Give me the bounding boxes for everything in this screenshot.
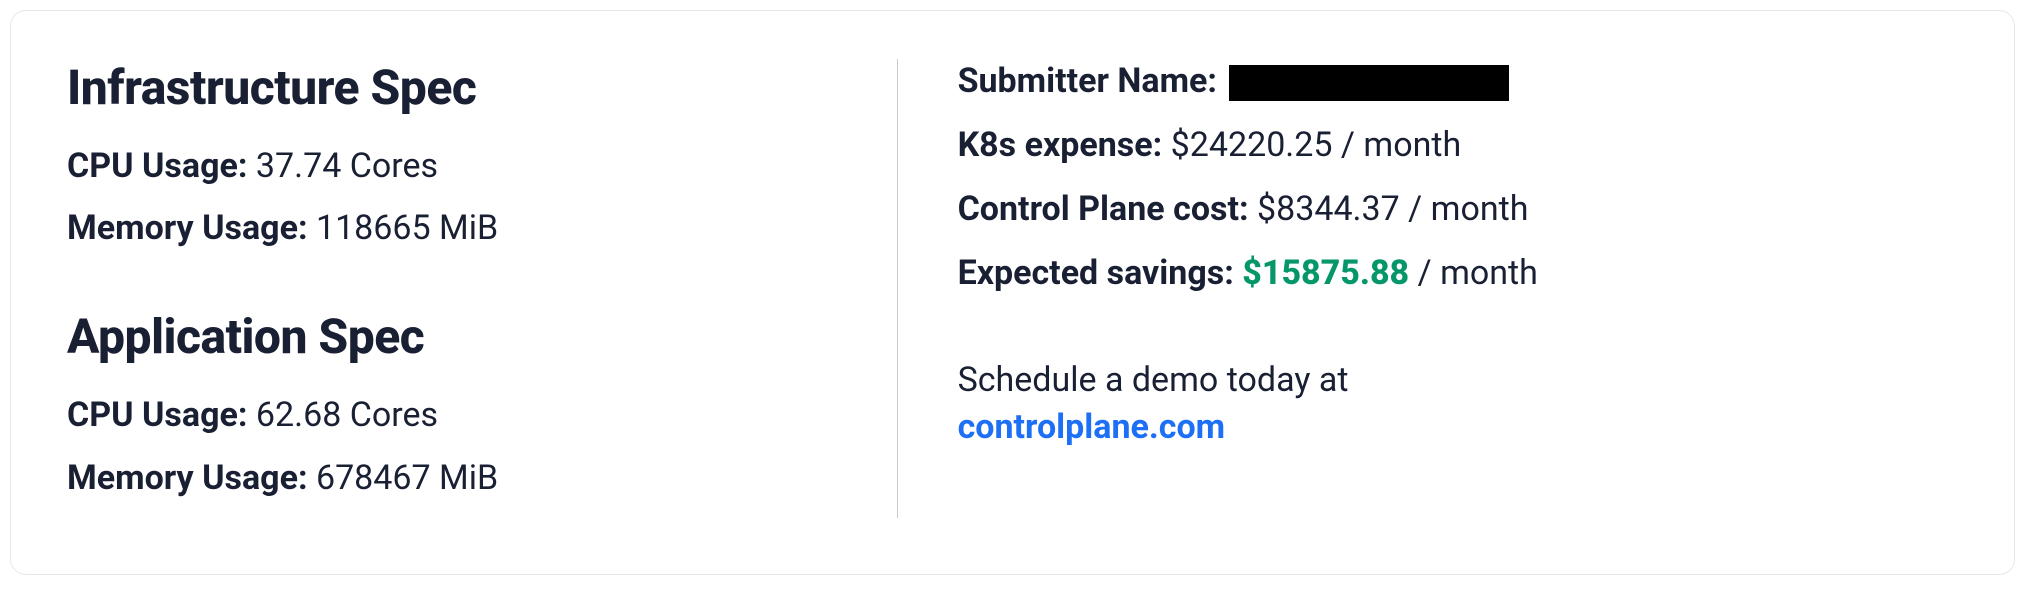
infra-memory-value: 118665 MiB [316,208,498,248]
infra-cpu-line: CPU Usage: 37.74 Cores [67,144,837,188]
submitter-line: Submitter Name: [958,59,1958,105]
specs-column: Infrastructure Spec CPU Usage: 37.74 Cor… [67,59,897,518]
infra-memory-line: Memory Usage: 118665 MiB [67,206,837,250]
expected-savings-label: Expected savings: [958,253,1234,293]
submitter-redacted [1229,65,1509,101]
app-cpu-value: 62.68 Cores [256,395,438,435]
controlplane-cost-label: Control Plane cost: [958,189,1249,229]
k8s-expense-label: K8s expense: [958,125,1163,165]
cta-link[interactable]: controlplane.com [958,407,1226,447]
submitter-label: Submitter Name: [958,61,1217,101]
expected-savings-suffix: / month [1409,253,1538,293]
app-cpu-line: CPU Usage: 62.68 Cores [67,393,837,437]
controlplane-cost-value: $8344.37 / month [1257,189,1528,229]
summary-card: Infrastructure Spec CPU Usage: 37.74 Cor… [10,10,2015,575]
controlplane-cost-line: Control Plane cost: $8344.37 / month [958,187,1958,233]
app-memory-line: Memory Usage: 678467 MiB [67,456,837,500]
app-memory-label: Memory Usage: [67,458,308,498]
infrastructure-spec-title: Infrastructure Spec [67,59,837,116]
infra-cpu-value: 37.74 Cores [256,146,438,186]
app-cpu-label: CPU Usage: [67,395,247,435]
infra-memory-label: Memory Usage: [67,208,308,248]
expected-savings-amount: $15875.88 [1242,253,1409,293]
k8s-expense-value: $24220.25 / month [1171,125,1462,165]
cost-column: Submitter Name: K8s expense: $24220.25 /… [897,59,1958,518]
expected-savings-line: Expected savings: $15875.88 / month [958,251,1958,297]
cta-text: Schedule a demo today at [958,360,1349,400]
application-spec-title: Application Spec [67,308,837,365]
app-memory-value: 678467 MiB [316,458,498,498]
infra-cpu-label: CPU Usage: [67,146,247,186]
k8s-expense-line: K8s expense: $24220.25 / month [958,123,1958,169]
cta-block: Schedule a demo today at controlplane.co… [958,357,1958,452]
